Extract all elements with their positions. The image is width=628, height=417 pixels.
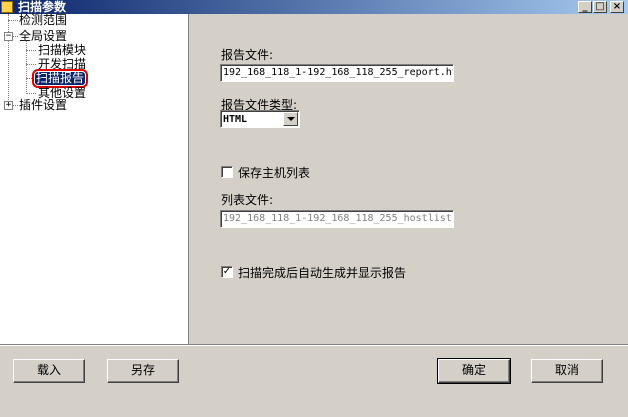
tree-item-scan-modules[interactable]: 扫描模块 — [37, 44, 87, 57]
save-as-button[interactable]: 另存 — [107, 359, 179, 383]
cancel-button[interactable]: 取消 — [531, 359, 603, 383]
list-file-input[interactable]: 192_168_118_1-192_168_118_255_hostlist.t… — [220, 210, 454, 228]
auto-report-label: 扫描完成后自动生成并显示报告 — [238, 266, 407, 280]
expand-icon[interactable]: + — [4, 101, 13, 110]
chevron-down-icon[interactable] — [283, 112, 298, 126]
report-file-input[interactable]: 192_168_118_1-192_168_118_255_report.htm — [220, 64, 454, 82]
tree-connector — [26, 93, 36, 94]
tree-connector — [8, 20, 18, 21]
collapse-icon[interactable]: − — [4, 32, 13, 41]
tree-item-scan-range[interactable]: 检测范围 — [18, 14, 68, 27]
minimize-button[interactable]: _ — [578, 1, 592, 13]
tree-item-global-settings[interactable]: 全局设置 — [18, 30, 68, 43]
tree-item-concurrent-scan[interactable]: 开发扫描 — [37, 58, 87, 71]
tree-connector — [26, 64, 36, 65]
maximize-button[interactable]: □ — [593, 1, 607, 13]
divider — [0, 344, 628, 346]
app-icon — [1, 1, 13, 13]
tree-connector — [8, 14, 9, 108]
report-type-select[interactable]: HTML — [220, 110, 300, 128]
ok-button[interactable]: 确定 — [437, 358, 511, 384]
close-button[interactable]: × — [610, 1, 624, 13]
title-bar: 扫描参数 _ □ × — [0, 0, 628, 14]
report-file-label: 报告文件: — [221, 48, 274, 62]
tree-connector — [26, 41, 27, 94]
save-hostlist-label: 保存主机列表 — [238, 166, 311, 180]
settings-tree: − + 检测范围 全局设置 扫描模块 开发扫描 扫描报告 其他设置 插件设置 — [0, 14, 189, 344]
tree-connector — [26, 50, 36, 51]
report-type-value: HTML — [223, 114, 248, 125]
list-file-label: 列表文件: — [221, 193, 274, 207]
load-button[interactable]: 载入 — [13, 359, 85, 383]
auto-report-checkbox[interactable]: ✓ — [221, 266, 233, 278]
tree-item-scan-report[interactable]: 扫描报告 — [31, 69, 89, 88]
window-title: 扫描参数 — [18, 0, 67, 14]
tree-item-plugin-settings[interactable]: 插件设置 — [18, 99, 68, 112]
save-hostlist-checkbox[interactable] — [221, 166, 233, 178]
